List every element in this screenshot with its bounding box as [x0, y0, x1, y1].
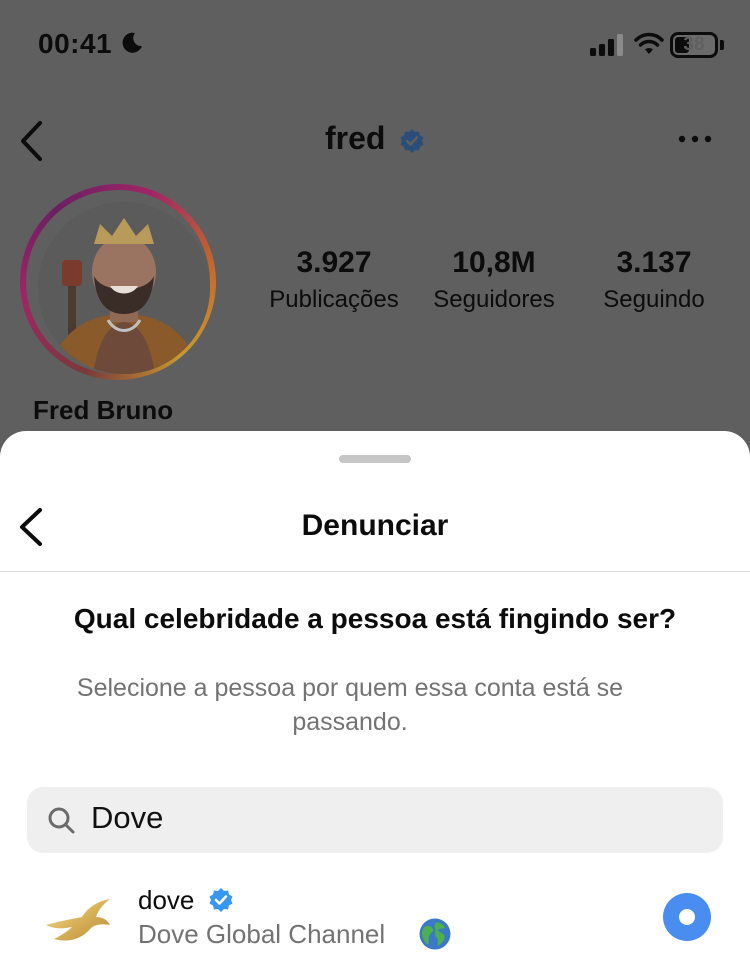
globe-icon [419, 918, 451, 950]
sheet-grabber[interactable] [339, 455, 411, 463]
dove-logo-icon [46, 899, 110, 941]
sheet-title: Denunciar [301, 509, 449, 542]
profile-full-name: Fred Bruno [33, 395, 174, 425]
question-heading: Qual celebridade a pessoa está fingindo … [73, 603, 677, 634]
status-time: 00:41 [38, 28, 113, 59]
list-item[interactable]: dove Dove Global Channel [0, 877, 750, 965]
avatar [38, 202, 210, 374]
more-icon[interactable] [678, 131, 712, 147]
verified-badge-icon [209, 888, 233, 912]
cellular-signal-icon [590, 34, 623, 56]
stat-label: Seguidores [433, 286, 555, 313]
question-subtext: Selecione a pessoa por quem essa conta e… [76, 674, 624, 736]
report-sheet: Denunciar Qual celebridade a pessoa está… [0, 431, 750, 965]
stat-value: 3.927 [296, 246, 372, 279]
stat-following[interactable]: 3.137 Seguindo [590, 246, 718, 314]
status-bar: 00:41 38 [0, 0, 750, 90]
avatar-story-ring[interactable] [20, 184, 216, 380]
moon-icon [122, 32, 142, 53]
battery-level: 38 [683, 34, 705, 55]
profile-username: fred [325, 120, 386, 156]
stat-label: Publicações [269, 286, 399, 313]
battery-icon: 38 [670, 32, 718, 58]
stat-value: 3.137 [616, 246, 692, 279]
wifi-icon [634, 32, 664, 54]
search-icon [48, 807, 75, 834]
battery-tip [720, 40, 724, 50]
divider [0, 571, 750, 572]
stat-label: Seguindo [603, 286, 705, 313]
stat-value: 10,8M [452, 246, 536, 279]
search-input[interactable]: Dove [27, 787, 723, 853]
result-subtitle: Dove Global Channel [138, 919, 386, 949]
back-chevron-icon[interactable] [18, 120, 44, 162]
stat-posts[interactable]: 3.927 Publicações [262, 246, 406, 314]
search-value[interactable]: Dove [91, 800, 163, 836]
verified-badge-icon [400, 129, 424, 153]
result-name: dove [138, 885, 195, 915]
stat-followers[interactable]: 10,8M Seguidores [420, 246, 568, 314]
radio-selected-icon[interactable] [663, 893, 711, 941]
